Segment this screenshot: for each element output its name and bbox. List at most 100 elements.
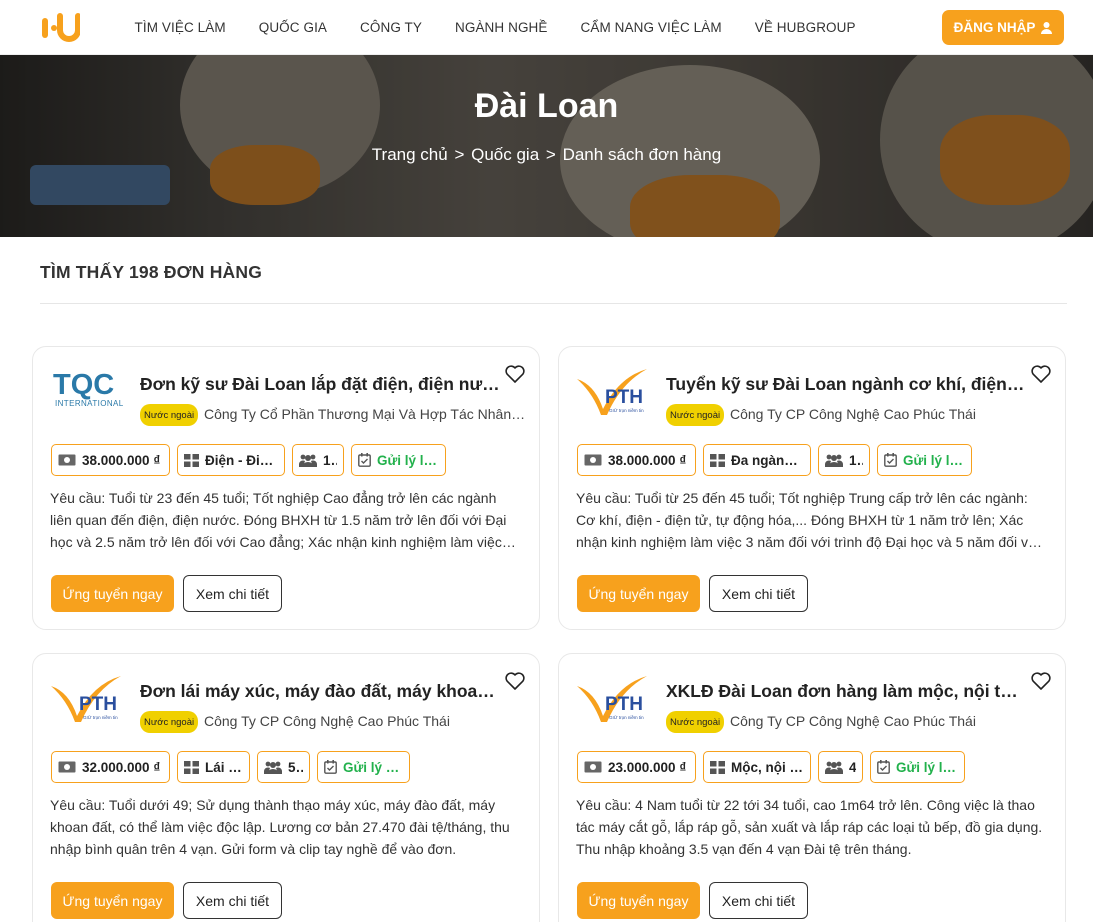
- nav-quoc-gia[interactable]: QUỐC GIA: [259, 20, 327, 35]
- industry-value: Mộc, nội thất: [731, 759, 804, 775]
- send-cv-label: Gửi lý lịch: [903, 452, 965, 468]
- send-cv-chip[interactable]: Gửi lý lịch: [317, 751, 410, 783]
- job-title[interactable]: Đơn kỹ sư Đài Loan lắp đặt điện, điện nư…: [140, 374, 502, 395]
- page-title: Đài Loan: [474, 87, 619, 125]
- calendar-check-icon: [324, 760, 337, 774]
- logo-text: PTH: [605, 694, 643, 715]
- logo-text: TQC: [53, 369, 114, 401]
- apply-button[interactable]: Ứng tuyển ngay: [51, 575, 174, 612]
- heart-icon[interactable]: [1031, 365, 1051, 383]
- breadcrumb-separator: >: [454, 145, 465, 164]
- users-icon: [264, 761, 282, 774]
- money-icon: [584, 761, 602, 773]
- send-cv-chip[interactable]: Gửi lý lịch: [351, 444, 446, 476]
- industry-chip: Điện - Điện tử: [177, 444, 285, 476]
- job-title[interactable]: Tuyển kỹ sư Đài Loan ngành cơ khí, điện …: [666, 374, 1028, 395]
- industry-chip: Mộc, nội thất: [703, 751, 811, 783]
- apply-button[interactable]: Ứng tuyển ngay: [51, 882, 174, 919]
- job-description: Yêu cầu: Tuổi dưới 49; Sử dụng thành thạ…: [50, 797, 510, 857]
- job-title[interactable]: Đơn lái máy xúc, máy đào đất, máy khoan …: [140, 681, 502, 702]
- calendar-check-icon: [884, 453, 897, 467]
- quantity-value: 15: [323, 452, 337, 468]
- quantity-chip: 15: [292, 444, 344, 476]
- breadcrumb-current: Danh sách đơn hàng: [562, 145, 722, 164]
- main-nav: TÌM VIỆC LÀM QUỐC GIA CÔNG TY NGÀNH NGHỀ…: [118, 0, 872, 55]
- nav-cam-nang[interactable]: CẨM NANG VIỆC LÀM: [581, 20, 722, 35]
- job-description: Yêu cầu: 4 Nam tuổi từ 22 tới 34 tuổi, c…: [576, 797, 1043, 857]
- calendar-check-icon: [358, 453, 371, 467]
- logo-subtext: GIỮ trọn niềm tin: [83, 714, 118, 720]
- calendar-check-icon: [877, 760, 890, 774]
- detail-button[interactable]: Xem chi tiết: [183, 575, 282, 612]
- job-chips: 38.000.000 ₫ Đa ngành nghề 10 Gửi lý lịc…: [577, 444, 972, 476]
- job-chips: 38.000.000 ₫ Điện - Điện tử 15 Gửi lý lị…: [51, 444, 446, 476]
- logo-subtext: GIỮ trọn niềm tin: [609, 714, 644, 720]
- send-cv-label: Gửi lý lịch: [377, 452, 439, 468]
- logo-text: PTH: [79, 694, 117, 715]
- industry-value: Điện - Điện tử: [205, 452, 278, 468]
- grid-icon: [184, 453, 199, 467]
- nav-cong-ty[interactable]: CÔNG TY: [360, 20, 422, 35]
- salary-chip: 38.000.000 ₫: [577, 444, 696, 476]
- foreign-badge: Nước ngoài: [666, 711, 725, 733]
- grid-icon: [710, 453, 725, 467]
- users-icon: [825, 454, 843, 467]
- login-button[interactable]: ĐĂNG NHẬP: [942, 10, 1064, 45]
- breadcrumb-home[interactable]: Trang chủ: [372, 145, 448, 164]
- salary-value: 23.000.000 ₫: [608, 759, 687, 775]
- company-name[interactable]: Công Ty Cổ Phần Thương Mại Và Hợp Tác Nh…: [204, 406, 526, 422]
- nav-ve-hubgroup[interactable]: VỀ HUBGROUP: [755, 20, 856, 35]
- logo-subtext: GIỮ trọn niềm tin: [609, 407, 644, 413]
- heart-icon[interactable]: [505, 365, 525, 383]
- salary-value: 38.000.000 ₫: [82, 452, 161, 468]
- job-card: PTH GIỮ trọn niềm tin XKLĐ Đài Loan đơn …: [558, 653, 1066, 922]
- salary-value: 32.000.000 ₫: [82, 759, 161, 775]
- company-logo[interactable]: PTH GIỮ trọn niềm tin: [575, 672, 653, 724]
- grid-icon: [184, 760, 199, 774]
- login-label: ĐĂNG NHẬP: [953, 20, 1036, 35]
- money-icon: [584, 454, 602, 466]
- detail-button[interactable]: Xem chi tiết: [183, 882, 282, 919]
- result-count: TÌM THẤY 198 ĐƠN HÀNG: [40, 262, 263, 282]
- quantity-value: 50: [288, 759, 303, 775]
- job-title[interactable]: XKLĐ Đài Loan đơn hàng làm mộc, nội thất…: [666, 681, 1028, 702]
- breadcrumb-country[interactable]: Quốc gia: [471, 145, 539, 164]
- foreign-badge: Nước ngoài: [140, 404, 199, 426]
- nav-nganh-nghe[interactable]: NGÀNH NGHỀ: [455, 20, 548, 35]
- detail-button[interactable]: Xem chi tiết: [709, 882, 808, 919]
- user-icon: [1041, 21, 1053, 34]
- industry-chip: Lái xe: [177, 751, 250, 783]
- apply-button[interactable]: Ứng tuyển ngay: [577, 882, 700, 919]
- company-name[interactable]: Công Ty CP Công Nghệ Cao Phúc Thái: [730, 406, 1052, 422]
- breadcrumb-separator: >: [545, 145, 556, 164]
- grid-icon: [710, 760, 725, 774]
- users-icon: [825, 761, 843, 774]
- salary-chip: 32.000.000 ₫: [51, 751, 170, 783]
- job-card: PTH GIỮ trọn niềm tin Đơn lái máy xúc, m…: [32, 653, 540, 922]
- job-card: TQC INTERNATIONAL Đơn kỹ sư Đài Loan lắp…: [32, 346, 540, 630]
- hubgroup-logo[interactable]: [42, 12, 80, 44]
- industry-value: Đa ngành nghề: [731, 452, 804, 468]
- company-logo[interactable]: PTH GIỮ trọn niềm tin: [575, 365, 653, 417]
- send-cv-chip[interactable]: Gửi lý lịch: [870, 751, 965, 783]
- foreign-badge: Nước ngoài: [140, 711, 199, 733]
- heart-icon[interactable]: [505, 672, 525, 690]
- quantity-chip: 10: [818, 444, 870, 476]
- company-logo[interactable]: TQC INTERNATIONAL: [49, 365, 127, 417]
- company-name[interactable]: Công Ty CP Công Nghệ Cao Phúc Thái: [204, 713, 526, 729]
- nav-tim-viec-lam[interactable]: TÌM VIỆC LÀM: [135, 20, 226, 35]
- company-name[interactable]: Công Ty CP Công Nghệ Cao Phúc Thái: [730, 713, 1052, 729]
- foreign-badge: Nước ngoài: [666, 404, 725, 426]
- heart-icon[interactable]: [1031, 672, 1051, 690]
- apply-button[interactable]: Ứng tuyển ngay: [577, 575, 700, 612]
- job-description: Yêu cầu: Tuổi từ 23 đến 45 tuổi; Tốt ngh…: [50, 490, 507, 550]
- money-icon: [58, 761, 76, 773]
- send-cv-chip[interactable]: Gửi lý lịch: [877, 444, 972, 476]
- money-icon: [58, 454, 76, 466]
- salary-chip: 23.000.000 ₫: [577, 751, 696, 783]
- job-chips: 23.000.000 ₫ Mộc, nội thất 4 Gửi lý lịch: [577, 751, 965, 783]
- divider: [40, 303, 1067, 304]
- job-chips: 32.000.000 ₫ Lái xe 50 Gửi lý lịch: [51, 751, 410, 783]
- detail-button[interactable]: Xem chi tiết: [709, 575, 808, 612]
- company-logo[interactable]: PTH GIỮ trọn niềm tin: [49, 672, 127, 724]
